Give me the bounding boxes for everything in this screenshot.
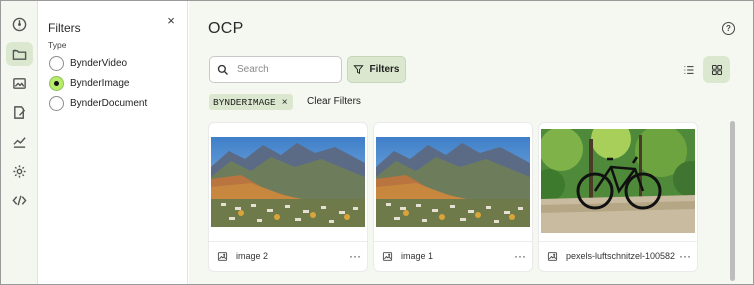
filter-funnel-icon [353, 65, 365, 75]
help-icon[interactable]: ? [722, 22, 735, 35]
asset-thumbnail[interactable] [211, 137, 365, 227]
card-divider [539, 241, 697, 242]
image-icon [217, 251, 228, 262]
filter-option-bynderimage[interactable]: BynderImage [49, 75, 129, 91]
image-gallery-icon[interactable] [6, 71, 33, 95]
card-title: image 2 [236, 251, 269, 261]
filter-option-label: BynderVideo [70, 57, 128, 69]
folder-icon[interactable] [6, 42, 33, 66]
radio-button[interactable] [49, 55, 64, 71]
main-content: OCP ? Filters BYNDERIMAGE × Clear Filter… [189, 1, 753, 284]
radio-button[interactable] [49, 95, 64, 111]
more-options-icon[interactable]: ··· [679, 250, 691, 262]
card-title: pexels-luftschnitzel-100582 [566, 251, 675, 261]
scrollbar-thumb[interactable] [730, 121, 735, 281]
close-icon[interactable]: × [164, 13, 178, 28]
icon-rail [1, 1, 38, 284]
page-title: OCP [208, 20, 244, 37]
app-window: Filters × Type BynderVideo BynderImage B… [0, 0, 754, 285]
filter-option-byndervideo[interactable]: BynderVideo [49, 55, 127, 71]
image-icon [382, 251, 393, 262]
list-view-icon [684, 66, 694, 74]
asset-thumbnail[interactable] [376, 137, 530, 227]
asset-card[interactable]: image 1 ··· [374, 123, 532, 271]
card-divider [209, 241, 367, 242]
search-icon [217, 64, 228, 75]
asset-thumbnail[interactable] [541, 129, 695, 233]
asset-card[interactable]: image 2 ··· [209, 123, 367, 271]
clear-filters-button[interactable]: Clear Filters [307, 96, 361, 107]
filter-option-bynderdocument[interactable]: BynderDocument [49, 95, 147, 111]
radio-button-selected[interactable] [49, 75, 64, 91]
analytics-icon[interactable] [6, 129, 33, 153]
filters-button-label: Filters [369, 64, 400, 75]
grid-view-icon [711, 64, 722, 75]
search-box[interactable] [209, 56, 342, 83]
card-title: image 1 [401, 251, 434, 261]
search-input[interactable] [237, 64, 337, 75]
card-footer: image 1 ··· [382, 249, 526, 263]
dashboard-icon[interactable] [6, 12, 33, 36]
image-icon [547, 251, 558, 262]
edit-document-icon[interactable] [6, 100, 33, 124]
asset-card[interactable]: pexels-luftschnitzel-100582 ··· [539, 123, 697, 271]
type-label: Type [48, 40, 67, 50]
list-view-toggle[interactable] [677, 59, 701, 81]
card-divider [374, 241, 532, 242]
active-filter-chip: BYNDERIMAGE × [209, 94, 293, 110]
chip-label: BYNDERIMAGE [213, 96, 276, 108]
filter-option-label: BynderDocument [70, 97, 148, 109]
more-options-icon[interactable]: ··· [514, 250, 526, 262]
grid-view-toggle[interactable] [703, 56, 730, 83]
filters-panel-title: Filters [48, 21, 81, 35]
more-options-icon[interactable]: ··· [349, 250, 361, 262]
filters-button[interactable]: Filters [347, 56, 406, 83]
filters-panel: Filters × Type BynderVideo BynderImage B… [38, 1, 188, 284]
settings-icon[interactable] [6, 159, 33, 183]
card-footer: pexels-luftschnitzel-100582 ··· [547, 249, 691, 263]
code-icon[interactable] [6, 188, 33, 212]
card-footer: image 2 ··· [217, 249, 361, 263]
vertical-scrollbar[interactable] [730, 121, 736, 281]
chip-remove-icon[interactable]: × [282, 97, 288, 108]
filter-option-label: BynderImage [70, 77, 130, 89]
